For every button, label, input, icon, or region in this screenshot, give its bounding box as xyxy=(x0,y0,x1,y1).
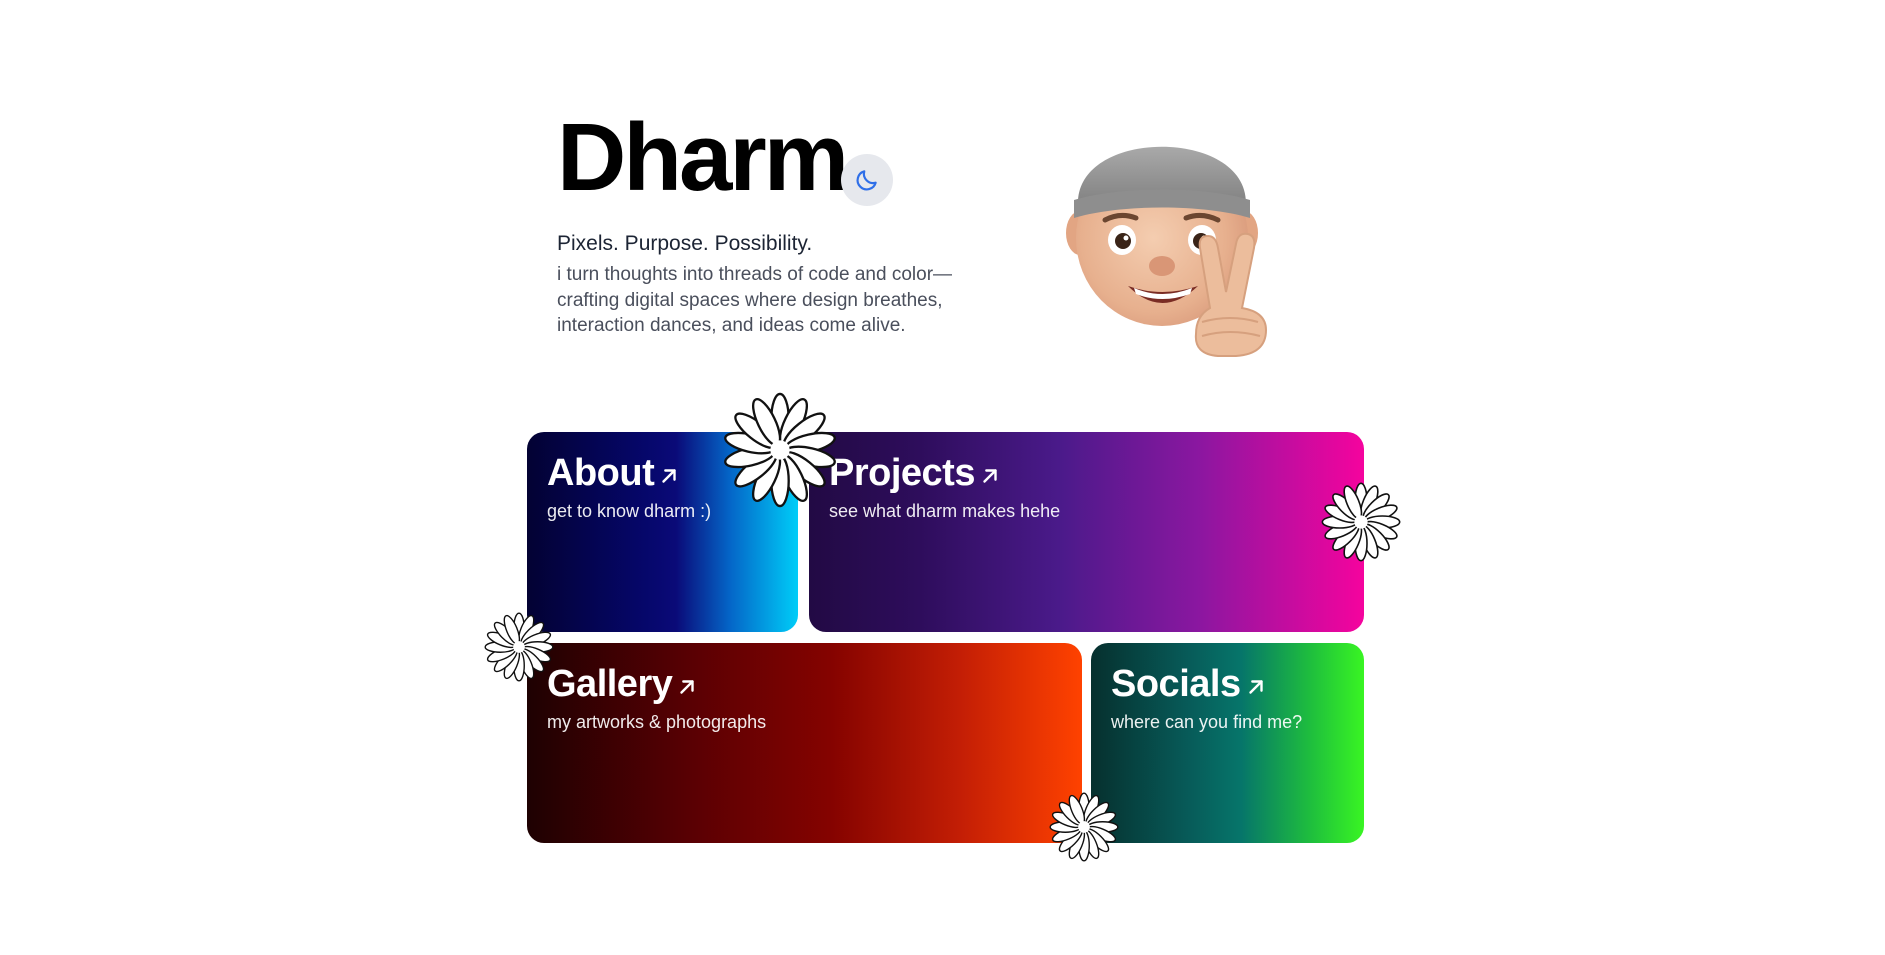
theme-toggle-button[interactable] xyxy=(841,154,893,206)
tagline: Pixels. Purpose. Possibility. xyxy=(557,232,813,255)
projects-subtitle: see what dharm makes hehe xyxy=(829,501,1061,521)
projects-card-title: Projects xyxy=(829,454,1001,492)
about-title-text: About xyxy=(547,452,655,494)
socials-card[interactable]: Socials where can you find me? xyxy=(1091,643,1364,843)
gallery-card-title: Gallery xyxy=(547,665,698,703)
about-card-title: About xyxy=(547,454,680,492)
socials-card-title: Socials xyxy=(1111,665,1267,703)
arrow-up-right-icon xyxy=(1248,680,1263,694)
page: Dharm Pixels. Purpose. Possibility. i tu… xyxy=(0,0,1885,955)
bio-text: i turn thoughts into threads of code and… xyxy=(557,264,953,336)
socials-subtitle: where can you find me? xyxy=(1111,712,1303,732)
about-card[interactable]: About get to know dharm :) xyxy=(527,432,798,632)
gallery-card[interactable]: Gallery my artworks & photographs xyxy=(527,643,1082,843)
projects-title-text: Projects xyxy=(829,452,975,494)
socials-title-text: Socials xyxy=(1111,663,1241,705)
arrow-up-right-icon xyxy=(662,469,676,483)
about-subtitle: get to know dharm :) xyxy=(547,501,712,521)
projects-card[interactable]: Projects see what dharm makes hehe xyxy=(809,432,1364,632)
moon-icon xyxy=(856,170,877,191)
avatar xyxy=(1066,146,1268,357)
arrow-up-right-icon xyxy=(983,469,997,483)
site-name-heading: Dharm xyxy=(557,104,849,211)
gallery-title-text: Gallery xyxy=(547,663,673,705)
arrow-up-right-icon xyxy=(680,680,695,694)
gallery-subtitle: my artworks & photographs xyxy=(547,712,767,732)
